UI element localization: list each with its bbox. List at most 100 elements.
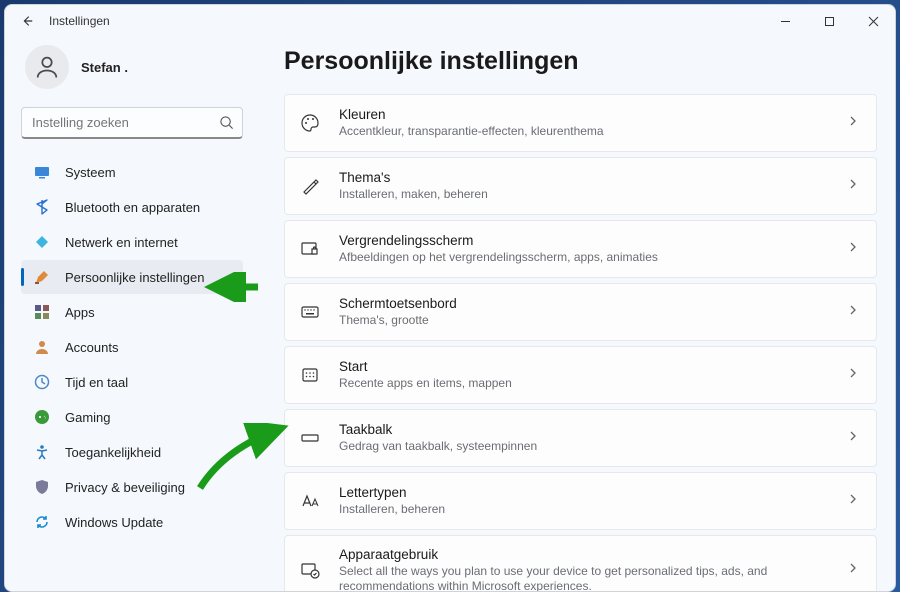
card-title: Apparaatgebruik <box>339 546 836 564</box>
back-arrow-icon <box>20 14 34 28</box>
accounts-icon <box>33 338 51 356</box>
close-icon <box>868 16 879 27</box>
deviceusage-icon <box>299 559 321 581</box>
sidebar-item-gaming[interactable]: Gaming <box>21 400 243 434</box>
card-text: Thema'sInstalleren, maken, beheren <box>339 169 836 202</box>
sidebar-item-network[interactable]: Netwerk en internet <box>21 225 243 259</box>
card-desc: Accentkleur, transparantie-effecten, kle… <box>339 124 836 140</box>
sidebar-item-label: Gaming <box>65 410 111 425</box>
sidebar-item-label: Windows Update <box>65 515 163 530</box>
sidebar-item-bluetooth[interactable]: Bluetooth en apparaten <box>21 190 243 224</box>
search-input[interactable] <box>32 115 212 130</box>
card-title: Thema's <box>339 169 836 187</box>
maximize-icon <box>824 16 835 27</box>
card-text: ApparaatgebruikSelect all the ways you p… <box>339 546 836 591</box>
settings-card-touchkeyboard[interactable]: SchermtoetsenbordThema's, grootte <box>284 283 877 341</box>
sidebar-item-accessibility[interactable]: Toegankelijkheid <box>21 435 243 469</box>
card-text: TaakbalkGedrag van taakbalk, systeempinn… <box>339 421 836 454</box>
sidebar-item-personalization[interactable]: Persoonlijke instellingen <box>21 260 243 294</box>
main-content: Persoonlijke instellingen KleurenAccentk… <box>260 37 895 591</box>
user-profile[interactable]: Stefan . <box>21 45 260 89</box>
sidebar-item-system[interactable]: Systeem <box>21 155 243 189</box>
card-text: KleurenAccentkleur, transparantie-effect… <box>339 106 836 139</box>
system-icon <box>33 163 51 181</box>
settings-card-list: KleurenAccentkleur, transparantie-effect… <box>284 94 877 591</box>
chevron-right-icon <box>846 561 860 580</box>
bluetooth-icon <box>33 198 51 216</box>
start-icon <box>299 364 321 386</box>
card-desc: Gedrag van taakbalk, systeempinnen <box>339 439 836 455</box>
maximize-button[interactable] <box>807 6 851 36</box>
user-icon <box>33 53 61 81</box>
sidebar: Stefan . Systeem Bluetooth en apparaten Ne… <box>5 37 260 591</box>
sidebar-item-update[interactable]: Windows Update <box>21 505 243 539</box>
avatar <box>25 45 69 89</box>
chevron-right-icon <box>846 177 860 196</box>
sidebar-item-accounts[interactable]: Accounts <box>21 330 243 364</box>
card-text: VergrendelingsschermAfbeeldingen op het … <box>339 232 836 265</box>
search-icon <box>219 115 234 135</box>
card-text: StartRecente apps en items, mappen <box>339 358 836 391</box>
close-button[interactable] <box>851 6 895 36</box>
update-icon <box>33 513 51 531</box>
personalization-icon <box>33 268 51 286</box>
sidebar-item-apps[interactable]: Apps <box>21 295 243 329</box>
card-desc: Installeren, beheren <box>339 502 836 518</box>
titlebar: Instellingen <box>5 5 895 37</box>
chevron-right-icon <box>846 303 860 322</box>
username: Stefan . <box>81 60 128 75</box>
card-title: Lettertypen <box>339 484 836 502</box>
sidebar-item-label: Netwerk en internet <box>65 235 178 250</box>
settings-window: Instellingen Stefan . <box>4 4 896 592</box>
sidebar-item-label: Bluetooth en apparaten <box>65 200 200 215</box>
privacy-icon <box>33 478 51 496</box>
search-box[interactable] <box>21 107 243 139</box>
card-text: SchermtoetsenbordThema's, grootte <box>339 295 836 328</box>
page-title: Persoonlijke instellingen <box>284 47 877 76</box>
settings-card-themes[interactable]: Thema'sInstalleren, maken, beheren <box>284 157 877 215</box>
settings-card-colors[interactable]: KleurenAccentkleur, transparantie-effect… <box>284 94 877 152</box>
back-button[interactable] <box>13 7 41 35</box>
chevron-right-icon <box>846 366 860 385</box>
window-controls <box>763 6 895 36</box>
chevron-right-icon <box>846 492 860 511</box>
settings-card-taskbar[interactable]: TaakbalkGedrag van taakbalk, systeempinn… <box>284 409 877 467</box>
network-icon <box>33 233 51 251</box>
card-title: Schermtoetsenbord <box>339 295 836 313</box>
nav-list: Systeem Bluetooth en apparaten Netwerk en … <box>21 155 260 539</box>
colors-icon <box>299 112 321 134</box>
card-desc: Recente apps en items, mappen <box>339 376 836 392</box>
sidebar-item-privacy[interactable]: Privacy & beveiliging <box>21 470 243 504</box>
touchkeyboard-icon <box>299 301 321 323</box>
chevron-right-icon <box>846 114 860 133</box>
sidebar-item-time[interactable]: Tijd en taal <box>21 365 243 399</box>
card-title: Kleuren <box>339 106 836 124</box>
sidebar-item-label: Persoonlijke instellingen <box>65 270 204 285</box>
fonts-icon <box>299 490 321 512</box>
minimize-button[interactable] <box>763 6 807 36</box>
sidebar-item-label: Accounts <box>65 340 118 355</box>
minimize-icon <box>780 16 791 27</box>
settings-card-lockscreen[interactable]: VergrendelingsschermAfbeeldingen op het … <box>284 220 877 278</box>
apps-icon <box>33 303 51 321</box>
sidebar-item-label: Tijd en taal <box>65 375 128 390</box>
lockscreen-icon <box>299 238 321 260</box>
accessibility-icon <box>33 443 51 461</box>
settings-card-start[interactable]: StartRecente apps en items, mappen <box>284 346 877 404</box>
settings-card-deviceusage[interactable]: ApparaatgebruikSelect all the ways you p… <box>284 535 877 591</box>
gaming-icon <box>33 408 51 426</box>
sidebar-item-label: Apps <box>65 305 95 320</box>
window-title: Instellingen <box>49 14 763 28</box>
card-title: Vergrendelingsscherm <box>339 232 836 250</box>
themes-icon <box>299 175 321 197</box>
chevron-right-icon <box>846 240 860 259</box>
card-title: Taakbalk <box>339 421 836 439</box>
card-desc: Select all the ways you plan to use your… <box>339 564 836 591</box>
card-desc: Afbeeldingen op het vergrendelingsscherm… <box>339 250 836 266</box>
taskbar-icon <box>299 427 321 449</box>
sidebar-item-label: Systeem <box>65 165 116 180</box>
settings-card-fonts[interactable]: LettertypenInstalleren, beheren <box>284 472 877 530</box>
card-desc: Thema's, grootte <box>339 313 836 329</box>
time-icon <box>33 373 51 391</box>
sidebar-item-label: Toegankelijkheid <box>65 445 161 460</box>
